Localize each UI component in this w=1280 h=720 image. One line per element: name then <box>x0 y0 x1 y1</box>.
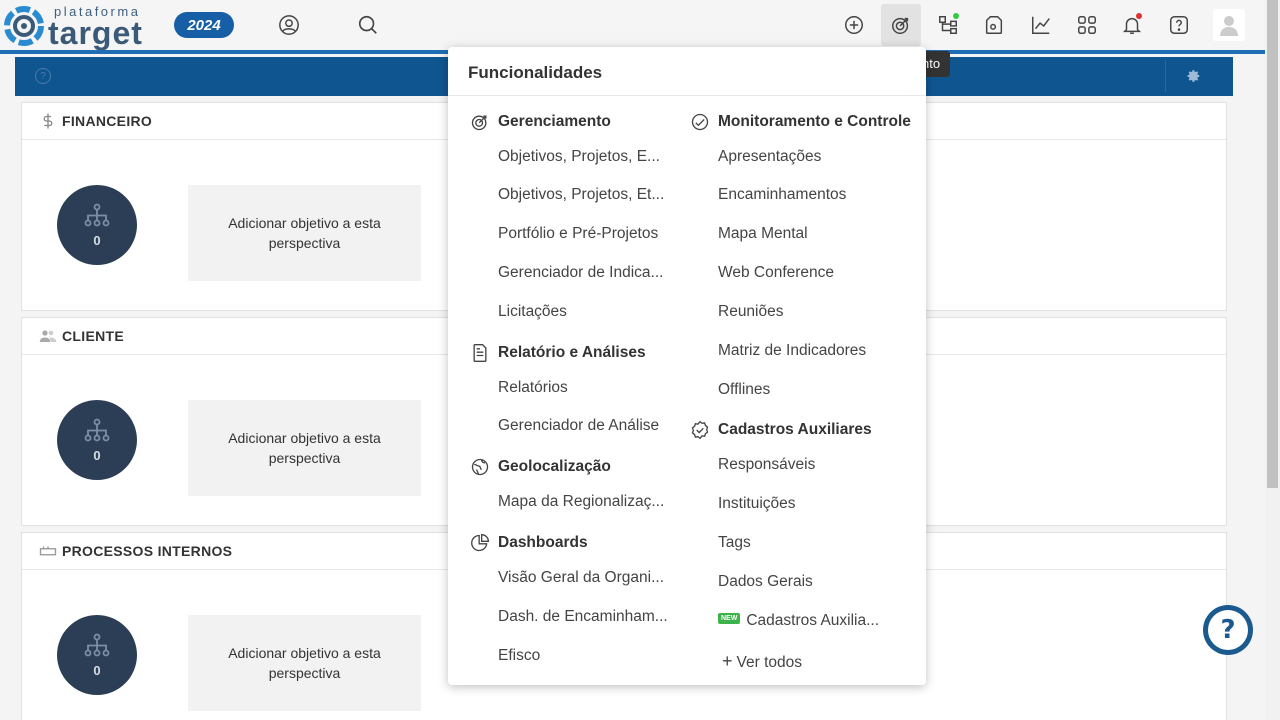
question-icon[interactable]: ? <box>35 68 51 84</box>
logo-title: target <box>48 15 143 51</box>
menu-title: Funcionalidades <box>468 63 603 82</box>
gear-icon <box>1187 70 1199 82</box>
section-cadastros: Cadastros Auxiliares <box>690 420 872 440</box>
menu-item[interactable]: Relatórios <box>498 379 668 397</box>
section-label: Cadastros Auxiliares <box>718 421 872 438</box>
menu-item[interactable]: Responsáveis <box>718 456 908 474</box>
notification-dot-icon <box>1136 13 1142 19</box>
plus-icon: + <box>722 651 733 671</box>
menu-item[interactable]: Mapa Mental <box>718 225 908 243</box>
menu-item[interactable]: Portfólio e Pré-Projetos <box>498 225 668 243</box>
objective-count: 0 <box>93 663 101 678</box>
search-icon[interactable] <box>351 8 385 42</box>
section-relatorio: Relatório e Análises <box>470 343 646 363</box>
pie-chart-icon <box>471 533 490 552</box>
card-title: PROCESSOS INTERNOS <box>62 543 233 559</box>
help-chat-button[interactable]: ? <box>1203 605 1253 655</box>
apps-grid-icon[interactable] <box>1070 8 1104 42</box>
menu-item[interactable]: Mapa da Regionalizaç... <box>498 493 668 511</box>
org-chart-icon <box>84 418 110 442</box>
menu-item[interactable]: Matriz de Indicadores <box>718 342 908 360</box>
badge-check-icon <box>691 420 709 440</box>
objective-count-circle[interactable]: 0 <box>57 400 137 480</box>
year-badge[interactable]: 2024 <box>174 12 234 38</box>
menu-item[interactable]: Tags <box>718 534 908 552</box>
menu-item[interactable]: Instituições <box>718 495 908 513</box>
objective-count-circle[interactable]: 0 <box>57 185 137 265</box>
menu-item[interactable]: Dados Gerais <box>718 573 908 591</box>
target-menu-icon[interactable] <box>881 4 921 46</box>
section-label: Dashboards <box>498 534 588 551</box>
card-title: FINANCEIRO <box>62 113 153 129</box>
see-all-label: Ver todos <box>736 654 803 671</box>
menu-item[interactable]: Licitações <box>498 303 668 321</box>
menu-item-new[interactable]: NEW Cadastros Auxilia... <box>718 612 908 630</box>
menu-item[interactable]: Dash. de Encaminham... <box>498 608 668 626</box>
menu-divider <box>448 95 926 96</box>
user-circle-icon[interactable] <box>272 8 306 42</box>
help-icon[interactable] <box>1162 8 1196 42</box>
app-logo[interactable]: plataforma target <box>2 2 147 51</box>
card-title: CLIENTE <box>62 328 124 344</box>
menu-item[interactable]: Encaminhamentos <box>718 186 908 204</box>
section-gerenciamento: Gerenciamento <box>470 112 611 132</box>
objective-count-circle[interactable]: 0 <box>57 615 137 695</box>
monitor-check-icon <box>691 113 709 131</box>
hierarchy-icon[interactable] <box>931 8 965 42</box>
add-objective-button[interactable]: Adicionar objetivo a esta perspectiva <box>188 615 421 711</box>
settings-button[interactable] <box>1165 60 1221 92</box>
menu-item[interactable]: Efisco <box>498 647 668 665</box>
menu-item[interactable]: Web Conference <box>718 264 908 282</box>
new-badge: NEW <box>718 613 741 625</box>
menu-item[interactable]: Reuniões <box>718 303 908 321</box>
target-logo-icon <box>4 6 44 46</box>
org-chart-icon <box>84 203 110 227</box>
menu-item[interactable]: Visão Geral da Organi... <box>498 569 668 587</box>
top-bar: plataforma target 2024 <box>0 0 1265 51</box>
person-icon <box>1220 16 1238 36</box>
menu-item[interactable]: Offlines <box>718 381 908 399</box>
see-all-link[interactable]: + Ver todos <box>722 651 912 672</box>
section-monitoramento: Monitoramento e Controle <box>690 112 911 132</box>
section-label: Monitoramento e Controle <box>718 113 911 130</box>
process-icon <box>39 546 57 556</box>
status-dot-icon <box>953 13 959 19</box>
add-circle-icon[interactable] <box>837 8 871 42</box>
objective-count: 0 <box>93 233 101 248</box>
target-icon <box>471 115 487 131</box>
menu-item[interactable]: Apresentações <box>718 148 908 166</box>
section-label: Gerenciamento <box>498 113 611 130</box>
user-avatar[interactable] <box>1213 9 1245 41</box>
add-objective-button[interactable]: Adicionar objetivo a esta perspectiva <box>188 185 421 281</box>
bell-icon[interactable] <box>1115 8 1149 42</box>
menu-item-label: Cadastros Auxilia... <box>746 612 880 629</box>
section-geolocalizacao: Geolocalização <box>470 457 611 477</box>
menu-item[interactable]: Gerenciador de Análise <box>498 417 668 435</box>
org-chart-icon <box>84 633 110 657</box>
add-objective-button[interactable]: Adicionar objetivo a esta perspectiva <box>188 400 421 496</box>
globe-icon <box>471 458 489 476</box>
objective-count: 0 <box>93 448 101 463</box>
dollar-icon <box>43 113 53 129</box>
users-icon <box>39 330 57 342</box>
line-chart-icon[interactable] <box>1024 8 1058 42</box>
menu-item[interactable]: Gerenciador de Indica... <box>498 264 668 282</box>
features-dropdown: Funcionalidades Gerenciamento Objetivos,… <box>448 47 926 685</box>
question-mark-icon: ? <box>1208 610 1248 650</box>
document-settings-icon[interactable] <box>977 8 1011 42</box>
section-dashboards: Dashboards <box>470 533 588 553</box>
page-scrollbar-thumb[interactable] <box>1267 0 1278 488</box>
section-label: Geolocalização <box>498 458 611 475</box>
menu-item[interactable]: Objetivos, Projetos, Et... <box>498 186 668 204</box>
menu-item[interactable]: Objetivos, Projetos, E... <box>498 148 668 166</box>
section-label: Relatório e Análises <box>498 344 646 361</box>
document-icon <box>473 344 487 362</box>
